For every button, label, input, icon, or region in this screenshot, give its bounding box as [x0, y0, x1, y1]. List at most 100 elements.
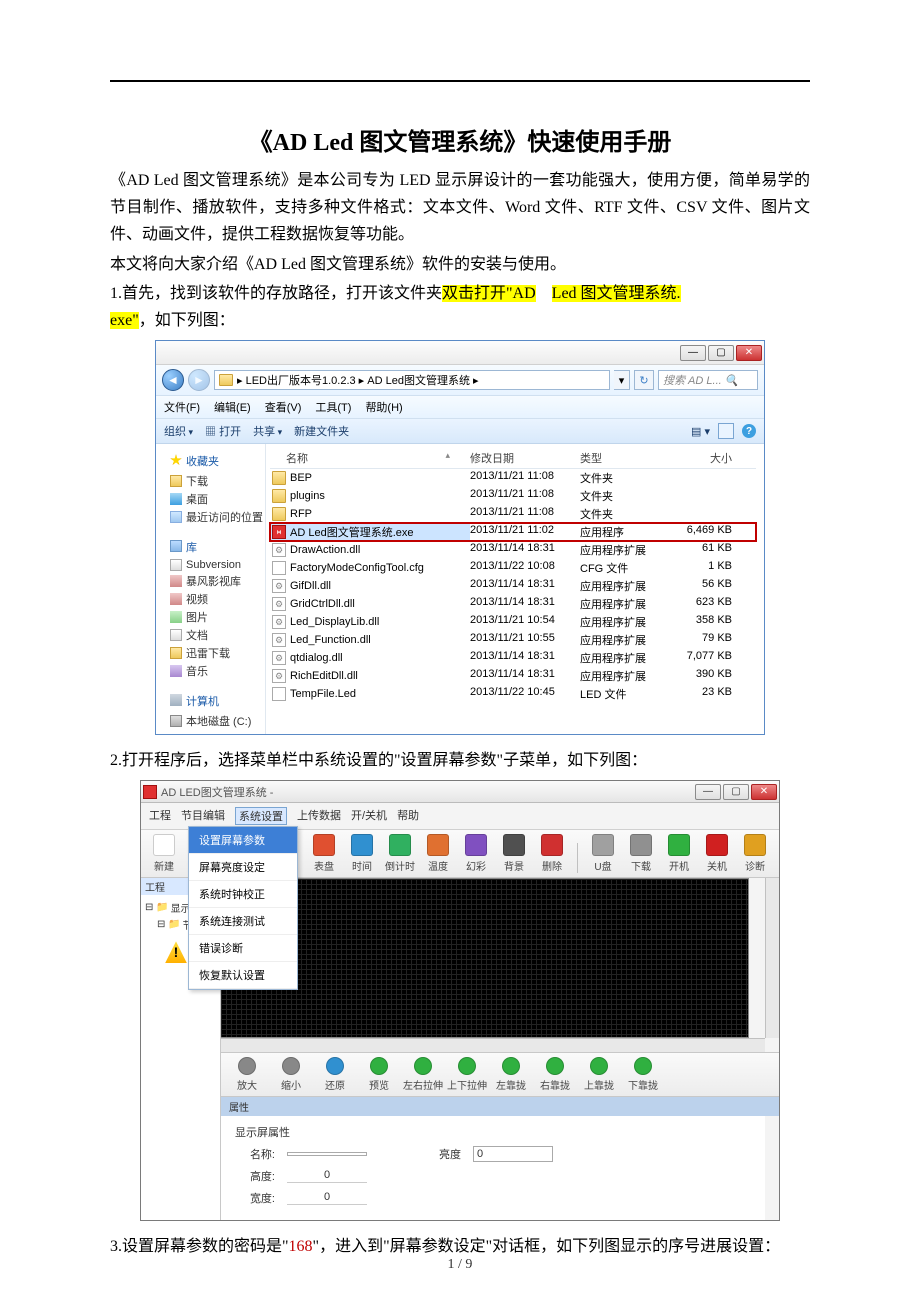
file-row[interactable]: RichEditDll.dll2013/11/14 18:31应用程序扩展390… [270, 667, 756, 685]
nav-downloads[interactable]: 下载 [162, 472, 259, 490]
canvas-还原[interactable]: 还原 [315, 1057, 355, 1092]
app-maximize-button[interactable]: ▢ [723, 784, 749, 800]
toolbar-诊断[interactable]: 诊断 [738, 834, 772, 873]
app-minimize-button[interactable]: — [695, 784, 721, 800]
canvas-上下拉伸[interactable]: 上下拉伸 [447, 1057, 487, 1092]
toolbar-下载[interactable]: 下载 [624, 834, 658, 873]
canvas-预览[interactable]: 预览 [359, 1057, 399, 1092]
input-brightness[interactable]: 0 [473, 1146, 553, 1162]
nav-hdd[interactable]: 本地磁盘 (C:) [162, 712, 259, 730]
col-size[interactable]: 大小 [670, 450, 740, 466]
menu-upload[interactable]: 上传数据 [297, 807, 341, 825]
nav-desktop[interactable]: 桌面 [162, 490, 259, 508]
breadcrumb[interactable]: ▸ LED出厂版本号1.0.2.3 ▸ AD Led图文管理系统 ▸ [237, 372, 479, 388]
toolbar-关机[interactable]: 关机 [700, 834, 734, 873]
nav-libraries[interactable]: 库 [162, 534, 259, 558]
tb-help-icon[interactable]: ? [742, 424, 756, 438]
menu-power[interactable]: 开/关机 [351, 807, 387, 825]
tb-share[interactable]: 共享 [253, 423, 282, 439]
canvas-放大[interactable]: 放大 [227, 1057, 267, 1092]
step1-highlight-2: Led 图文管理系统. [552, 285, 681, 302]
menu-edit[interactable]: 编辑(E) [214, 399, 251, 415]
dropdown-item[interactable]: 错误诊断 [189, 935, 297, 962]
toolbar-倒计时[interactable]: 倒计时 [383, 834, 417, 873]
nav-computer[interactable]: 计算机 [162, 688, 259, 712]
file-row[interactable]: DrawAction.dll2013/11/14 18:31应用程序扩展61 K… [270, 541, 756, 559]
nav-music[interactable]: 音乐 [162, 662, 259, 680]
toolbar-U盘[interactable]: U盘 [586, 834, 620, 873]
address-bar[interactable]: ▸ LED出厂版本号1.0.2.3 ▸ AD Led图文管理系统 ▸ [214, 370, 610, 390]
toolbar-表盘[interactable]: 表盘 [307, 834, 341, 873]
dropdown-item[interactable]: 设置屏幕参数 [189, 827, 297, 854]
maximize-button[interactable]: ▢ [708, 345, 734, 361]
tb-open[interactable]: ▦ 打开 [205, 423, 241, 439]
input-name[interactable] [287, 1152, 367, 1156]
scrollbar-horizontal[interactable] [221, 1038, 765, 1052]
back-button[interactable]: ◄ [162, 369, 184, 391]
menu-tools[interactable]: 工具(T) [315, 399, 351, 415]
col-date[interactable]: 修改日期 [470, 450, 580, 466]
file-row[interactable]: Led_DisplayLib.dll2013/11/21 10:54应用程序扩展… [270, 613, 756, 631]
scrollbar-vertical[interactable] [765, 878, 779, 1038]
file-row[interactable]: FactoryModeConfigTool.cfg2013/11/22 10:0… [270, 559, 756, 577]
search-input[interactable]: 搜索 AD L... 🔍 [658, 370, 758, 390]
dll-icon [272, 579, 286, 593]
toolbar-幻彩[interactable]: 幻彩 [459, 834, 493, 873]
nav-pictures[interactable]: 图片 [162, 608, 259, 626]
menu-system-settings[interactable]: 系统设置 [235, 807, 287, 825]
nav-baofeng[interactable]: 暴风影视库 [162, 572, 259, 590]
file-row[interactable]: GifDll.dll2013/11/14 18:31应用程序扩展56 KB [270, 577, 756, 595]
toolbar-删除[interactable]: 删除 [535, 834, 569, 873]
file-row[interactable]: RFP2013/11/21 11:08文件夹 [270, 505, 756, 523]
menu-help[interactable]: 帮助(H) [365, 399, 402, 415]
menu-program-edit[interactable]: 节目编辑 [181, 807, 225, 825]
menu-project[interactable]: 工程 [149, 807, 171, 825]
dropdown-item[interactable]: 恢复默认设置 [189, 962, 297, 989]
tb-new-folder[interactable]: 新建文件夹 [294, 423, 349, 439]
tb-preview-pane[interactable] [718, 423, 734, 439]
menu-help[interactable]: 帮助 [397, 807, 419, 825]
canvas-缩小[interactable]: 缩小 [271, 1057, 311, 1092]
minimize-button[interactable]: — [680, 345, 706, 361]
tb-organize[interactable]: 组织 [164, 423, 193, 439]
nav-xunlei[interactable]: 迅雷下载 [162, 644, 259, 662]
address-dropdown[interactable]: ▾ [614, 370, 630, 390]
menu-view[interactable]: 查看(V) [265, 399, 302, 415]
close-button[interactable]: ✕ [736, 345, 762, 361]
canvas-右靠拢[interactable]: 右靠拢 [535, 1057, 575, 1092]
file-row[interactable]: AD Led图文管理系统.exe2013/11/21 11:02应用程序6,46… [270, 523, 756, 541]
forward-button[interactable]: ► [188, 369, 210, 391]
app-close-button[interactable]: ✕ [751, 784, 777, 800]
file-row[interactable]: Led_Function.dll2013/11/21 10:55应用程序扩展79… [270, 631, 756, 649]
file-row[interactable]: BEP2013/11/21 11:08文件夹 [270, 469, 756, 487]
tb-view-dropdown[interactable]: ▤ ▾ [691, 425, 710, 438]
toolbar-背景[interactable]: 背景 [497, 834, 531, 873]
nav-subversion[interactable]: Subversion [162, 558, 259, 572]
canvas-上靠拢[interactable]: 上靠拢 [579, 1057, 619, 1092]
file-row[interactable]: qtdialog.dll2013/11/14 18:31应用程序扩展7,077 … [270, 649, 756, 667]
nav-videos[interactable]: 视频 [162, 590, 259, 608]
toolbar-时间[interactable]: 时间 [345, 834, 379, 873]
nav-recent[interactable]: 最近访问的位置 [162, 508, 259, 526]
file-row[interactable]: TempFile.Led2013/11/22 10:45LED 文件23 KB [270, 685, 756, 703]
toolbar-新建[interactable]: 新建 [147, 834, 181, 873]
cfg-icon [272, 561, 286, 575]
led-canvas[interactable] [221, 878, 749, 1038]
value-width: 0 [287, 1191, 367, 1205]
col-type[interactable]: 类型 [580, 450, 670, 466]
refresh-button[interactable]: ↻ [634, 370, 654, 390]
nav-favorites[interactable]: 收藏夹 [162, 448, 259, 472]
dropdown-item[interactable]: 系统时钟校正 [189, 881, 297, 908]
canvas-下靠拢[interactable]: 下靠拢 [623, 1057, 663, 1092]
canvas-左右拉伸[interactable]: 左右拉伸 [403, 1057, 443, 1092]
file-row[interactable]: GridCtrlDll.dll2013/11/14 18:31应用程序扩展623… [270, 595, 756, 613]
canvas-左靠拢[interactable]: 左靠拢 [491, 1057, 531, 1092]
col-name[interactable]: 名称 [270, 450, 470, 466]
toolbar-开机[interactable]: 开机 [662, 834, 696, 873]
file-row[interactable]: plugins2013/11/21 11:08文件夹 [270, 487, 756, 505]
toolbar-温度[interactable]: 温度 [421, 834, 455, 873]
menu-file[interactable]: 文件(F) [164, 399, 200, 415]
dropdown-item[interactable]: 屏幕亮度设定 [189, 854, 297, 881]
dropdown-item[interactable]: 系统连接测试 [189, 908, 297, 935]
nav-documents[interactable]: 文档 [162, 626, 259, 644]
